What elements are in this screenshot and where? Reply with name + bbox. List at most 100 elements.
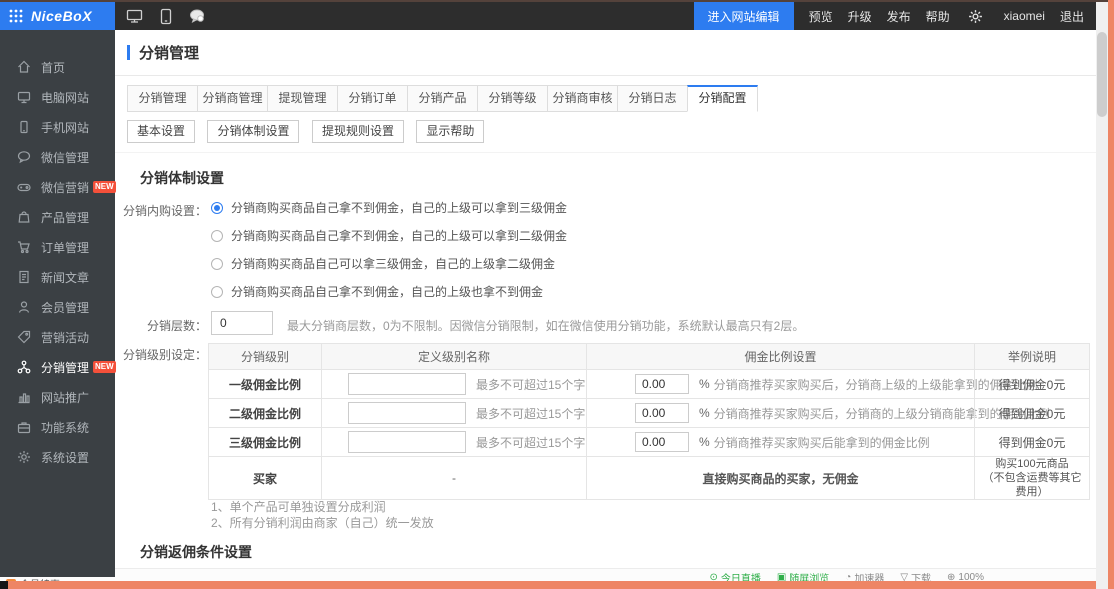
col-header-name: 定义级别名称 [321,344,586,369]
col-header-level: 分销级别 [209,344,321,369]
sidebar-item-site-promotion[interactable]: 网站推广 [0,382,115,412]
name-hint: 最多不可超过15个字 [476,434,585,451]
system-settings-button[interactable]: 分销体制设置 [207,120,299,143]
level-name: 三级佣金比例 [209,428,321,456]
logo-text: NiceBoX [31,8,92,24]
level2-name-input[interactable] [348,402,466,424]
levels-help-text: 最大分销商层数，0为不限制。因微信分销限制，如在微信使用分销功能，系统默认最高只… [287,317,804,334]
tab-distribution-levels[interactable]: 分销等级 [477,85,548,112]
radio-button[interactable] [211,202,223,214]
level-name: 一级佣金比例 [209,370,321,398]
purchase-setting-label: 分销内购设置： [115,202,207,219]
buyer-name-cell: - [321,457,586,499]
table-row-buyer: 买家 - 直接购买商品的买家，无佣金 购买100元商品 （不包含运费等其它费用） [209,456,1089,499]
table-row-level2: 二级佣金比例 最多不可超过15个字 % 分销商推荐买家购买后，分销商的上级分销商… [209,398,1089,427]
settings-gear-icon[interactable] [963,2,989,30]
radio-label: 分销商购买商品自己拿不到佣金，自己的上级可以拿到三级佣金 [231,199,567,216]
levels-input[interactable] [211,311,273,335]
sidebar-item-pc-site[interactable]: 电脑网站 [0,82,115,112]
level3-rate-input[interactable] [635,432,689,452]
app-window: NiceBoX 进入网站编辑 预览 升级 发布 帮助 xiaomei 退出 首页… [0,0,1114,589]
level-name: 买家 [209,457,321,499]
radio-option-2[interactable]: 分销商购买商品自己拿不到佣金，自己的上级可以拿到二级佣金 [211,227,567,244]
help-link[interactable]: 帮助 [926,8,950,25]
example-text: 得到佣金0元 [974,370,1089,398]
sidebar-item-news-articles[interactable]: 新闻文章 [0,262,115,292]
network-icon [17,360,31,374]
bottom-edge-border [8,581,1102,589]
sidebar-item-mobile-site[interactable]: 手机网站 [0,112,115,142]
basic-settings-button[interactable]: 基本设置 [127,120,195,143]
level1-rate-input[interactable] [635,374,689,394]
preview-link[interactable]: 预览 [809,8,833,25]
radio-button[interactable] [211,230,223,242]
percent-sign: % [699,406,710,420]
col-header-example: 举例说明 [974,344,1089,369]
sidebar-item-system-settings[interactable]: 系统设置 [0,442,115,472]
enter-site-editor-button[interactable]: 进入网站编辑 [694,2,794,30]
page-title-row: 分销管理 [127,42,199,63]
right-edge-border [1108,0,1114,589]
sidebar-item-wechat-marketing[interactable]: 微信营销 NEW [0,172,115,202]
username[interactable]: xiaomei [1004,9,1045,23]
level1-name-input[interactable] [348,373,466,395]
commission-level-table: 分销级别 定义级别名称 佣金比例设置 举例说明 一级佣金比例 最多不可超过15个… [208,343,1090,500]
apps-grid-icon[interactable] [9,9,23,23]
upgrade-link[interactable]: 升级 [848,8,872,25]
withdraw-rules-button[interactable]: 提现规则设置 [312,120,404,143]
cart-icon [17,240,31,254]
level2-rate-input[interactable] [635,403,689,423]
radio-button[interactable] [211,258,223,270]
sidebar-item-marketing-campaign[interactable]: 营销活动 [0,322,115,352]
sidebar-item-function-system[interactable]: 功能系统 [0,412,115,442]
divider [115,75,1096,76]
show-help-button[interactable]: 显示帮助 [416,120,484,143]
document-icon [17,270,31,284]
mobile-preview-icon[interactable] [153,2,179,30]
sidebar-item-order-manage[interactable]: 订单管理 [0,232,115,262]
page-title: 分销管理 [139,42,199,63]
sidebar-item-member-manage[interactable]: 会员管理 [0,292,115,322]
sidebar-item-product-manage[interactable]: 产品管理 [0,202,115,232]
scrollbar[interactable] [1096,2,1108,589]
note-2: 2、所有分销利润由商家（自己）统一发放 [211,514,434,531]
subnav: 基本设置 分销体制设置 提现规则设置 显示帮助 [127,120,492,143]
sidebar-item-home[interactable]: 首页 [0,52,115,82]
tab-withdraw-manage[interactable]: 提现管理 [267,85,338,112]
percent-sign: % [699,435,710,449]
tab-distributor-review[interactable]: 分销商审核 [547,85,618,112]
logo[interactable]: NiceBoX [0,2,115,30]
table-header-row: 分销级别 定义级别名称 佣金比例设置 举例说明 [209,344,1089,369]
tab-distributor-manage[interactable]: 分销商管理 [197,85,268,112]
briefcase-icon [17,420,31,434]
wechat-preview-icon[interactable] [185,2,211,30]
name-hint: 最多不可超过15个字 [476,376,585,393]
radio-option-1[interactable]: 分销商购买商品自己拿不到佣金，自己的上级可以拿到三级佣金 [211,199,567,216]
tab-distribution-logs[interactable]: 分销日志 [617,85,688,112]
sidebar: 首页 电脑网站 手机网站 微信管理 微信营销 NEW 产品管理 订单管理 [0,30,115,577]
tab-distribution-manage[interactable]: 分销管理 [127,85,198,112]
tab-distribution-orders[interactable]: 分销订单 [337,85,408,112]
radio-option-3[interactable]: 分销商购买商品自己可以拿三级佣金，自己的上级拿二级佣金 [211,255,555,272]
name-hint: 最多不可超过15个字 [476,405,585,422]
tab-bar: 分销管理 分销商管理 提现管理 分销订单 分销产品 分销等级 分销商审核 分销日… [127,85,758,112]
scrollbar-thumb[interactable] [1097,32,1107,117]
sidebar-item-wechat-manage[interactable]: 微信管理 [0,142,115,172]
mobile-icon [17,120,31,134]
publish-link[interactable]: 发布 [887,8,911,25]
tab-distribution-config[interactable]: 分销配置 [687,85,758,112]
divider [115,152,1096,153]
wechat-icon [17,150,31,164]
buyer-example: 购买100元商品 （不包含运费等其它费用） [979,457,1085,499]
gamepad-icon [17,180,31,194]
radio-button[interactable] [211,286,223,298]
logout-link[interactable]: 退出 [1060,8,1084,25]
level3-name-input[interactable] [348,431,466,453]
percent-sign: % [699,377,710,391]
radio-option-4[interactable]: 分销商购买商品自己拿不到佣金，自己的上级也拿不到佣金 [211,283,543,300]
sidebar-item-distribution-manage[interactable]: 分销管理 NEW [0,352,115,382]
desktop-preview-icon[interactable] [121,2,147,30]
grade-setting-label: 分销级别设定： [115,346,207,363]
gear-icon [17,450,31,464]
tab-distribution-products[interactable]: 分销产品 [407,85,478,112]
